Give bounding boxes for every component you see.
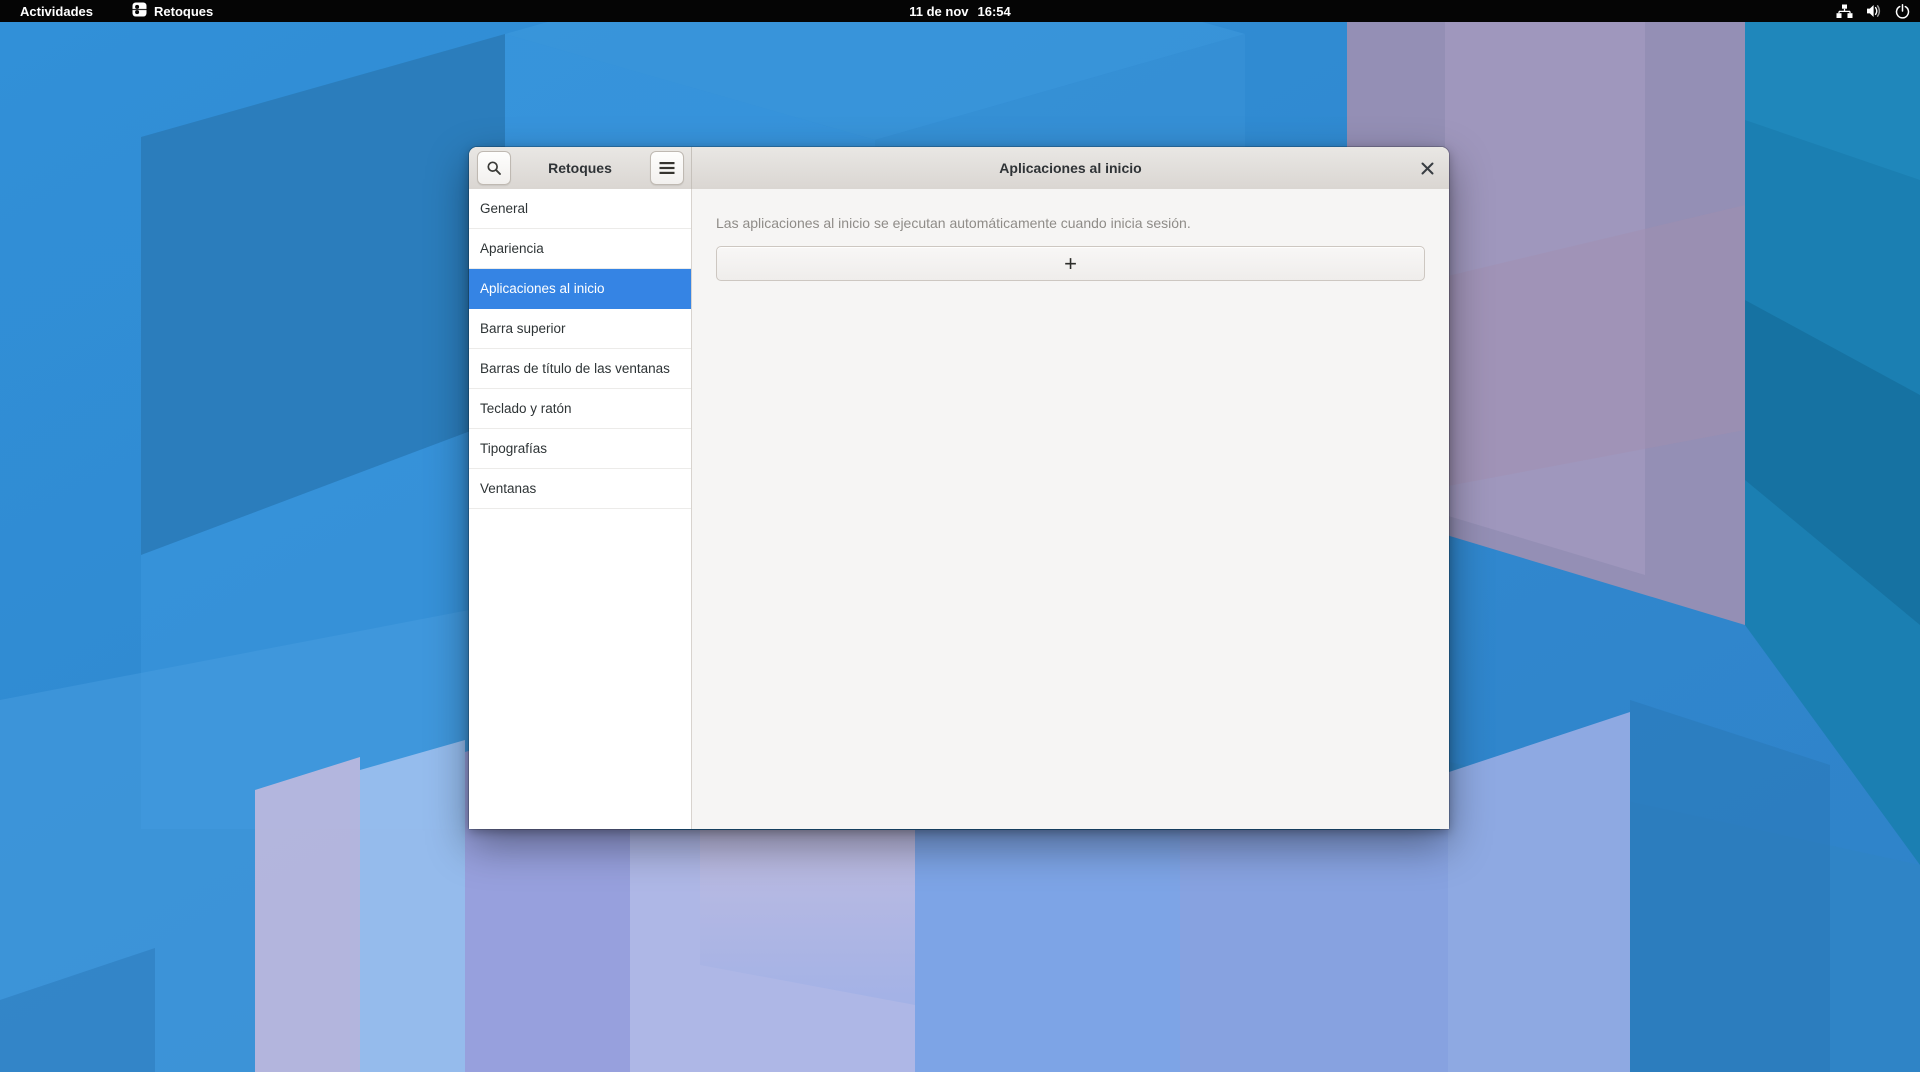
search-button[interactable] (477, 151, 511, 185)
plus-icon: + (1064, 253, 1077, 275)
sidebar-item-apariencia[interactable]: Apariencia (469, 229, 691, 269)
add-startup-app-button[interactable]: + (716, 246, 1425, 281)
sidebar-item-general[interactable]: General (469, 189, 691, 229)
sidebar-item-label: Tipografías (480, 441, 547, 456)
main-header: Aplicaciones al inicio (692, 147, 1449, 189)
startup-apps-description: Las aplicaciones al inicio se ejecutan a… (716, 214, 1425, 233)
window-titlebar[interactable]: Retoques Aplicaciones al inicio (469, 147, 1449, 190)
activities-label: Actividades (20, 4, 93, 19)
hamburger-menu-icon (659, 161, 675, 175)
tweaks-app-icon (132, 2, 147, 20)
page-title: Aplicaciones al inicio (692, 147, 1449, 189)
sidebar-item-teclado-y-raton[interactable]: Teclado y ratón (469, 389, 691, 429)
activities-button[interactable]: Actividades (20, 0, 93, 22)
tweaks-window: Retoques Aplicaciones al inicio G (469, 147, 1449, 829)
system-status-area[interactable] (1836, 0, 1910, 22)
sidebar-item-barras-de-titulo[interactable]: Barras de título de las ventanas (469, 349, 691, 389)
sidebar-item-tipografias[interactable]: Tipografías (469, 429, 691, 469)
close-icon (1421, 162, 1434, 175)
sidebar-item-label: Teclado y ratón (480, 401, 572, 416)
sidebar-item-barra-superior[interactable]: Barra superior (469, 309, 691, 349)
search-icon (486, 160, 502, 176)
clock-date: 11 de nov (909, 4, 968, 19)
clock-button[interactable]: 11 de nov 16:54 (909, 0, 1011, 22)
primary-menu-button[interactable] (650, 151, 684, 185)
sidebar-item-label: Barra superior (480, 321, 566, 336)
window-body: General Apariencia Aplicaciones al inici… (469, 189, 1449, 829)
network-wired-icon (1836, 4, 1853, 19)
sidebar-item-label: Aplicaciones al inicio (480, 281, 605, 296)
sidebar-item-label: Ventanas (480, 481, 536, 496)
app-menu-button[interactable]: Retoques (132, 0, 213, 22)
sidebar-header: Retoques (469, 147, 692, 189)
close-button[interactable] (1411, 152, 1443, 184)
power-icon (1895, 4, 1910, 19)
sidebar-item-ventanas[interactable]: Ventanas (469, 469, 691, 509)
sidebar-item-label: General (480, 201, 528, 216)
sidebar-item-label: Barras de título de las ventanas (480, 361, 670, 376)
app-menu-label: Retoques (154, 4, 213, 19)
startup-apps-panel: Las aplicaciones al inicio se ejecutan a… (692, 189, 1449, 829)
volume-icon (1866, 4, 1882, 18)
clock-time: 16:54 (978, 4, 1011, 19)
top-bar: Actividades Retoques 11 de nov 16:54 (0, 0, 1920, 22)
sidebar-item-aplicaciones-al-inicio[interactable]: Aplicaciones al inicio (469, 269, 691, 309)
sidebar-item-label: Apariencia (480, 241, 544, 256)
sidebar-nav: General Apariencia Aplicaciones al inici… (469, 189, 692, 829)
